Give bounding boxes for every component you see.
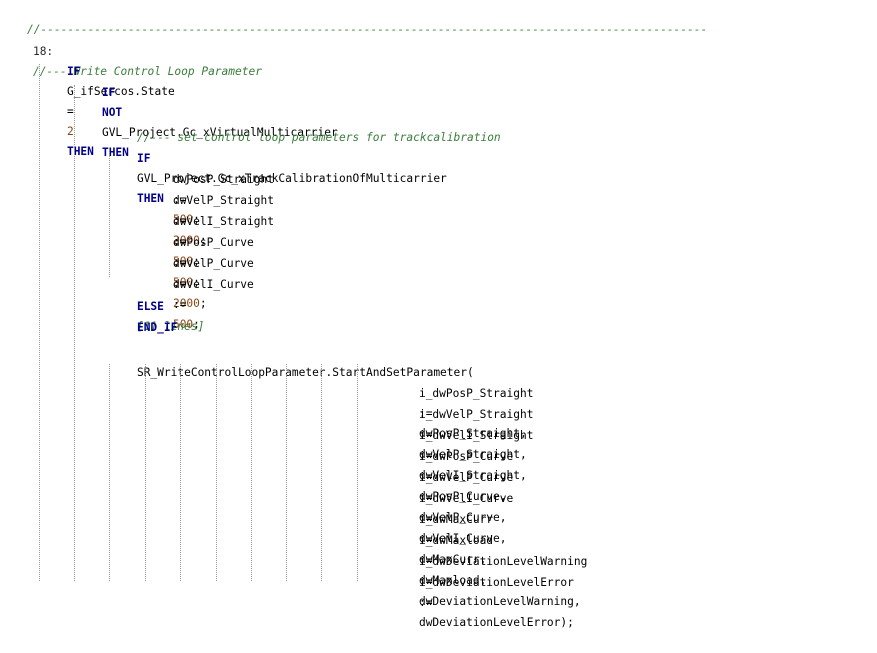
indent-guide <box>216 364 217 581</box>
indent-guide <box>109 364 110 581</box>
indent-guide <box>145 364 146 581</box>
code-line-param[interactable]: i_dwVelP_Curve := dwVelP_Curve, <box>392 448 877 524</box>
code-line-param[interactable]: i_dwVelI_Straight := dwVelI_Straight, <box>392 406 877 482</box>
indent-guide <box>109 150 110 277</box>
number-2: 2 <box>66 125 74 138</box>
code-line-param[interactable]: i_dwMaxload := dwMaxload, <box>392 511 877 587</box>
indent-guide <box>74 85 75 581</box>
code-line-param[interactable]: i_dwPosP_Straight := dwPosP_Straight, <box>392 364 877 440</box>
separator-line: //--------------------------------------… <box>0 0 877 36</box>
code-line-param[interactable]: i_dwVelI_Curve := dwVelI_Curve, <box>392 469 877 545</box>
code-line-param[interactable]: i_dwMaxCurr := dwMaxCurr, <box>392 490 877 566</box>
keyword-end-if: END_IF <box>136 321 178 334</box>
code-line-call[interactable]: SR_WriteControlLoopParameter.StartAndSet… <box>110 343 877 379</box>
indent-guide <box>180 364 181 581</box>
code-line-param[interactable]: i_dwPosP_Curve := dwPosP_Curve, <box>392 427 877 503</box>
code-line-end-if[interactable]: END_IF <box>110 298 877 334</box>
indent-guide <box>286 364 287 581</box>
code-line-assignment[interactable]: dwPosP_Straight := 500; <box>146 150 877 226</box>
param-value: dwDeviationLevelError); <box>418 616 574 629</box>
code-line-comment-track[interactable]: //--- set control loop parameters for tr… <box>110 108 877 144</box>
code-line-else[interactable]: ELSE [11 lines] <box>110 277 877 333</box>
param-value: dwDeviationLevelWarning, <box>418 595 581 608</box>
code-line-assignment[interactable]: dwVelP_Curve := 2000; <box>146 234 877 310</box>
code-line-param[interactable]: i_dwDeviationLevelWarning := dwDeviation… <box>392 532 877 608</box>
indent-guide <box>321 364 322 581</box>
code-line-if-sercos[interactable]: IF G_ifSercos.State = 2 THEN <box>40 42 877 158</box>
param-name: i_dwDeviationLevelError <box>418 576 608 589</box>
code-line-assignment[interactable]: dwPosP_Curve := 500; <box>146 213 877 289</box>
code-line-assignment[interactable]: dwVelP_Straight := 2000; <box>146 171 877 247</box>
code-line-param[interactable]: i_dwDeviationLevelError := dwDeviationLe… <box>392 553 877 629</box>
code-line-assignment[interactable]: dwVelI_Straight := 500; <box>146 192 877 268</box>
code-line-if-track[interactable]: IF GVL_Project.Gc_xTrackCalibrationOfMul… <box>110 129 877 205</box>
indent-guide <box>357 364 358 581</box>
param-op: := <box>418 596 433 609</box>
keyword-if: IF <box>101 86 116 99</box>
op-equals: = <box>66 105 74 118</box>
code-line-if-not-virtual[interactable]: IF NOT GVL_Project.Gc_xVirtualMulticarri… <box>75 63 877 159</box>
code-line-param[interactable]: i_dwVelP_Straight := dwVelP_Straight, <box>392 385 877 461</box>
code-line-assignment[interactable]: dwVelI_Curve := 500; <box>146 255 877 331</box>
indent-guide <box>251 364 252 581</box>
code-line-header[interactable]: 18: //--- Write Control Loop Parameter <box>6 22 877 78</box>
indent-guide <box>39 64 40 581</box>
